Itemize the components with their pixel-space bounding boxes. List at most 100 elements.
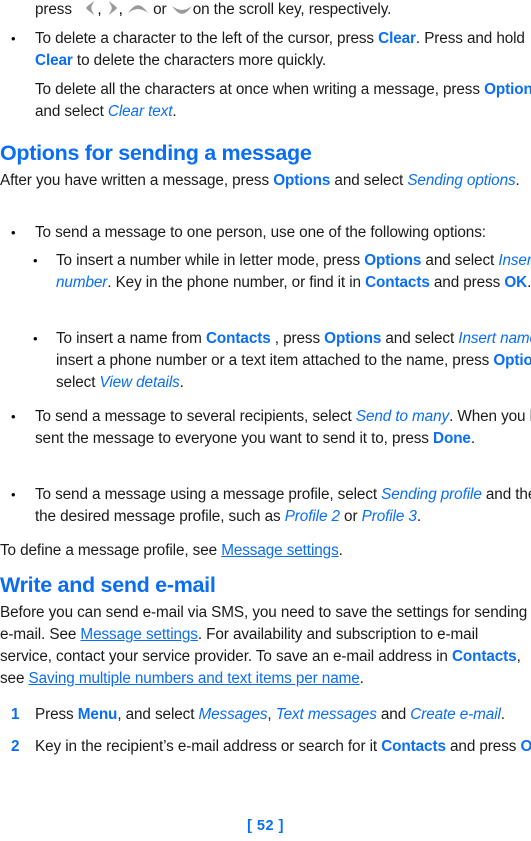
key-done: Done [433,430,471,447]
text-run: After you have written a message, press [0,172,274,189]
bullet-icon: • [11,409,16,424]
list-item-insert-name: • To insert a name from Contacts , press… [0,328,531,394]
text-run: Key in the recipient’s e-mail address or… [35,738,382,755]
text-run: or [339,508,362,525]
text-run: and [376,706,411,723]
bullet-icon: • [11,31,16,46]
text-run: . [527,274,531,291]
link-message-settings[interactable]: Message settings [80,626,198,643]
bullet-icon: • [11,487,16,502]
text-run: and select [421,252,499,269]
scroll-key-or: or [153,1,167,18]
text-run: , [267,706,276,723]
text-run: , press [270,330,325,347]
text-run: Press [35,706,78,723]
menu-item-create-email: Create e-mail [410,706,501,723]
key-clear: Clear [35,52,73,69]
list-item-sending-profile: • To send a message using a message prof… [0,484,531,528]
list-item-delete-character: • To delete a character to the left of t… [0,28,531,72]
text-run: . [416,508,421,525]
key-options: Options [493,352,531,369]
text-run: To insert a name from [56,330,206,347]
text-run: . [338,542,343,559]
bullet-icon: • [11,225,16,240]
text-run: . Press and hold [415,30,525,47]
manual-page: press , , or on the scroll key, respecti… [0,0,531,841]
text-run: . [500,706,505,723]
section-heading-options: Options for sending a message [0,141,312,165]
text-run: and press [445,738,521,755]
text-run: To define a message profile, see [0,542,222,559]
paragraph-define-profile: To define a message profile, see Message… [0,540,531,562]
key-options: Options [324,330,382,347]
key-clear: Clear [378,30,416,47]
scroll-key-tail: on the scroll key, respectively. [192,1,392,18]
step-item-1: 1 Press Menu, and select Messages, Text … [0,704,531,726]
text-run: To delete a character to the left of the… [35,30,379,47]
step-item-2: 2 Key in the recipient’s e-mail address … [0,736,531,758]
menu-item-clear-text: Clear text [107,103,173,120]
menu-item-view-details: View details [99,374,180,391]
text-run: . [515,172,520,189]
menu-item-send-to-many: Send to many [355,408,450,425]
text-run: . [172,103,177,120]
link-saving-multiple-numbers[interactable]: Saving multiple numbers and text items p… [29,670,360,687]
menu-item-profile-3: Profile 3 [361,508,417,525]
scroll-left-icon [86,1,95,15]
step-number: 2 [11,738,20,755]
text-run: To send a message to several recipients,… [35,408,356,425]
key-contacts: Contacts [451,648,517,665]
menu-item-profile-2: Profile 2 [284,508,340,525]
bullet-icon: • [33,331,38,346]
scroll-key-instruction: press , , or on the scroll key, respecti… [35,0,531,21]
list-item-send-one-person: • To send a message to one person, use o… [0,222,531,244]
text-run: To delete all the characters at once whe… [35,81,485,98]
list-item-text: To send a message to several recipients,… [35,408,531,447]
list-item-send-several: • To send a message to several recipient… [0,406,531,450]
list-item-text: To send a message to one person, use one… [35,224,486,241]
text-run: . [470,430,475,447]
text-run: , and select [117,706,199,723]
bullet-icon: • [33,253,38,268]
step-text: Key in the recipient’s e-mail address or… [35,738,531,755]
scroll-up-icon [127,5,148,13]
text-run: . Key in the phone number, or find it in [107,274,366,291]
text-run: To insert a number while in letter mode,… [56,252,365,269]
text-run: To send a message using a message profil… [35,486,382,503]
paragraph-after-written: After you have written a message, press … [0,170,531,192]
list-item-text: To insert a name from Contacts , press O… [56,330,531,391]
list-item-text: To delete a character to the left of the… [35,30,525,69]
list-item-text: To send a message using a message profil… [35,486,531,525]
key-ok: OK [504,274,528,291]
text-run: . [179,374,184,391]
key-contacts: Contacts [381,738,446,755]
page-number: [ 52 ] [247,818,284,834]
paragraph-delete-all-characters: To delete all the characters at once whe… [0,79,531,123]
text-run: to delete the characters more quickly. [72,52,327,69]
key-ok: OK [520,738,531,755]
glyph-comma-2: , [118,1,123,18]
section-heading-write-email: Write and send e-mail [0,573,216,597]
scroll-key-lead: press [35,1,72,18]
link-message-settings[interactable]: Message settings [221,542,339,559]
key-options: Options [484,81,531,98]
list-item-insert-number: • To insert a number while in letter mod… [0,250,531,294]
key-contacts: Contacts [205,330,271,347]
menu-item-sending-profile: Sending profile [381,486,482,503]
key-options: Options [364,252,422,269]
menu-item-sending-options: Sending options [407,172,516,189]
paragraph-before-send-email: Before you can send e-mail via SMS, you … [0,602,531,690]
menu-item-messages: Messages [198,706,268,723]
key-contacts: Contacts [365,274,430,291]
scroll-key-glyph-group: , , or [72,0,193,21]
text-run: and press [429,274,505,291]
list-item-text: To insert a number while in letter mode,… [56,252,531,291]
text-run: and select [35,103,108,120]
scroll-down-icon [171,6,192,14]
step-text: Press Menu, and select Messages, Text me… [35,706,505,723]
menu-item-insert-name: Insert name [458,330,531,347]
text-run: and select [330,172,408,189]
key-menu: Menu [77,706,118,723]
key-options: Options [273,172,331,189]
step-number: 1 [11,706,20,723]
